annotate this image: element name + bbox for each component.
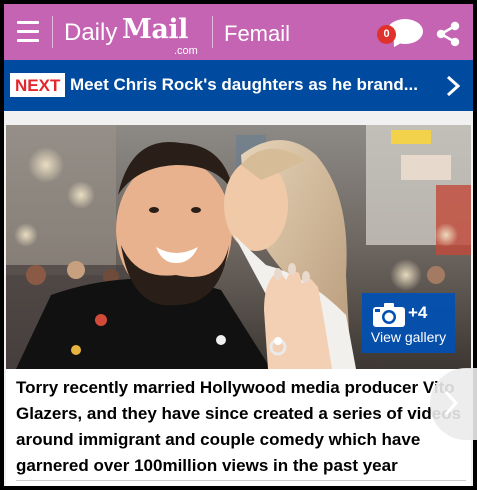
site-header: Daily Mail .com Femail 0 — [4, 4, 473, 60]
logo-mail: Mail — [122, 14, 188, 45]
divider — [16, 480, 466, 481]
article-card: +4 View gallery Torry recently married H… — [6, 125, 471, 486]
header-divider — [212, 16, 213, 48]
next-article-bar[interactable]: NEXT Meet Chris Rock's daughters as he b… — [4, 60, 473, 111]
app-frame: Daily Mail .com Femail 0 NEXT Meet Chris… — [4, 4, 473, 486]
camera-icon — [373, 303, 405, 327]
chevron-right-icon[interactable] — [446, 75, 460, 97]
chevron-right-icon — [444, 390, 458, 416]
header-divider — [52, 16, 53, 48]
gallery-label: View gallery — [370, 329, 447, 345]
share-icon[interactable] — [435, 21, 461, 47]
hamburger-menu-icon[interactable] — [17, 21, 39, 43]
comments-button[interactable]: 0 — [377, 19, 425, 51]
next-article-title[interactable]: Meet Chris Rock's daughters as he brand.… — [70, 75, 418, 95]
gallery-count: +4 — [408, 303, 428, 322]
view-gallery-button[interactable]: +4 View gallery — [362, 293, 455, 353]
channel-name[interactable]: Femail — [224, 21, 290, 47]
notification-badge: 0 — [377, 25, 396, 44]
logo-daily: Daily — [64, 19, 118, 46]
logo-com: .com — [174, 45, 198, 57]
article-caption: Torry recently married Hollywood media p… — [16, 378, 462, 475]
next-tag: NEXT — [10, 73, 66, 97]
